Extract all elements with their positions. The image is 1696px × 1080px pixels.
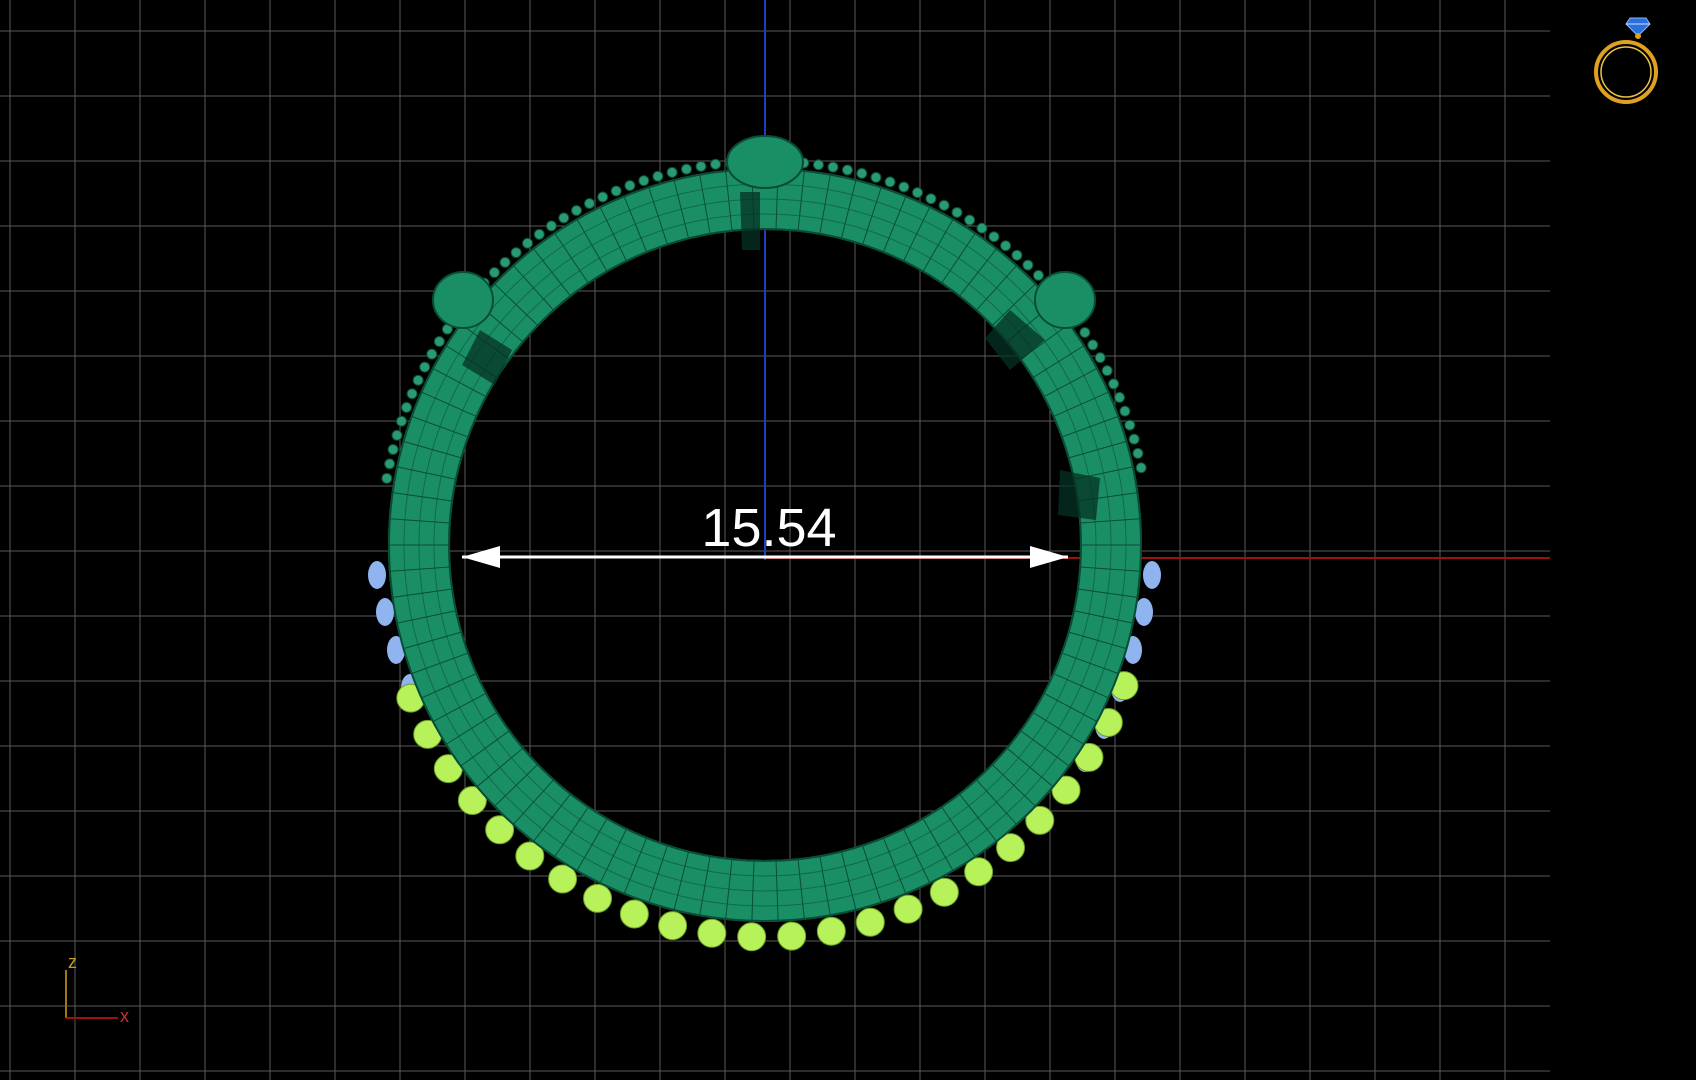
axis-x-label: x <box>120 1006 129 1026</box>
view-corner-panel <box>1550 0 1696 1080</box>
ring-icon[interactable] <box>1550 0 1696 120</box>
dimension-value: 15.54 <box>701 498 836 558</box>
viewport-canvas[interactable]: 15.54 z x <box>0 0 1550 1080</box>
3d-viewport[interactable]: 15.54 z x <box>0 0 1550 1080</box>
axis-z-label: z <box>68 952 77 972</box>
